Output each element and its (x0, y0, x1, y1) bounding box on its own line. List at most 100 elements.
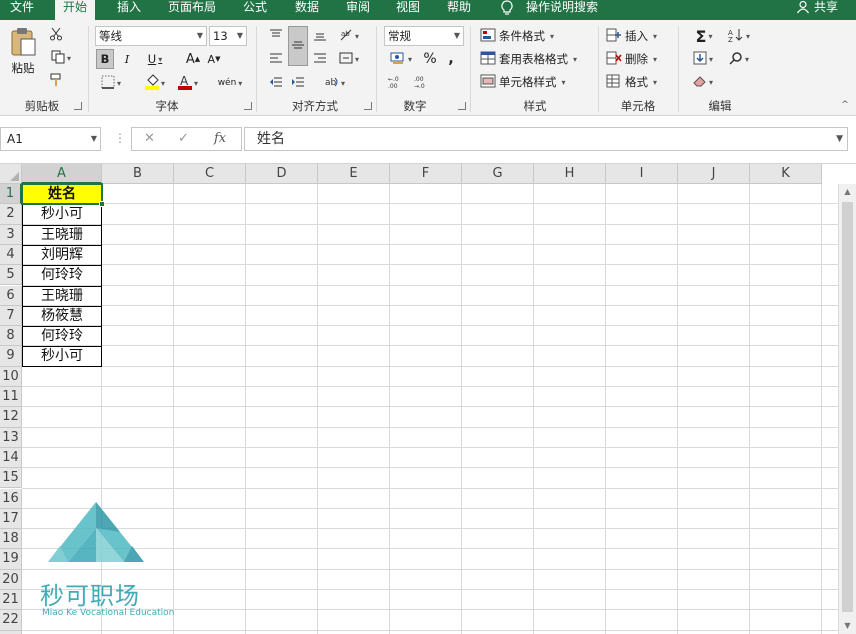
column-header-f[interactable]: F (390, 164, 462, 184)
format-painter-button[interactable] (46, 72, 66, 90)
tab-review[interactable]: 审阅 (346, 0, 370, 20)
wrap-text-button[interactable]: ab (320, 73, 350, 93)
decrease-decimal-button[interactable]: .00 →.0 (412, 73, 434, 93)
fill-button[interactable] (688, 49, 718, 69)
tab-page-layout[interactable]: 页面布局 (168, 0, 216, 20)
phonetic-button[interactable]: wén (214, 73, 246, 93)
find-select-button[interactable] (724, 49, 754, 69)
cell-a9[interactable]: 秒小可 (22, 346, 102, 366)
align-middle-button[interactable] (288, 26, 308, 66)
row-header-21[interactable]: 21 (0, 590, 22, 611)
clipboard-launcher[interactable] (74, 102, 82, 110)
row-header-18[interactable]: 18 (0, 529, 22, 550)
tab-insert[interactable]: 插入 (117, 0, 141, 20)
share-button[interactable]: 共享 (796, 0, 838, 20)
tab-help[interactable]: 帮助 (447, 0, 471, 20)
column-header-a[interactable]: A (22, 164, 102, 184)
fill-handle[interactable] (99, 201, 105, 208)
tab-view[interactable]: 视图 (396, 0, 420, 20)
borders-button[interactable] (96, 73, 126, 93)
column-header-g[interactable]: G (462, 164, 534, 184)
row-header-7[interactable]: 7 (0, 305, 22, 327)
expand-formula-icon[interactable]: ▼ (836, 128, 843, 150)
row-header-11[interactable]: 11 (0, 387, 22, 408)
italic-button[interactable]: I (118, 49, 136, 69)
autosum-button[interactable]: Σ (688, 26, 720, 46)
decrease-indent-button[interactable] (266, 73, 286, 93)
alignment-launcher[interactable] (364, 102, 372, 110)
formula-input[interactable]: 姓名 ▼ (244, 127, 848, 151)
row-header-20[interactable]: 20 (0, 569, 22, 590)
name-box[interactable]: A1 ▼ (0, 127, 101, 151)
increase-indent-button[interactable] (288, 73, 308, 93)
tab-data[interactable]: 数据 (295, 0, 319, 20)
row-header-6[interactable]: 6 (0, 285, 22, 306)
cancel-icon[interactable]: ✕ (144, 131, 155, 146)
align-bottom-button[interactable] (310, 26, 330, 46)
row-header-9[interactable]: 9 (0, 346, 22, 367)
tab-file[interactable]: 文件 (10, 0, 34, 20)
font-size-combo[interactable]: 13 ▼ (209, 26, 247, 46)
column-header-c[interactable]: C (174, 164, 246, 184)
increase-decimal-button[interactable]: ←.0.00 (386, 73, 408, 93)
comma-style-button[interactable]: , (444, 49, 458, 69)
row-header-16[interactable]: 16 (0, 488, 22, 509)
align-left-button[interactable] (266, 49, 286, 69)
row-header-14[interactable]: 14 (0, 447, 22, 469)
cell-a1-header[interactable]: 姓名 (22, 184, 102, 205)
merge-center-button[interactable] (334, 49, 364, 69)
delete-cells-button[interactable]: 删除 (606, 49, 670, 69)
cell-a4[interactable]: 刘明辉 (22, 245, 102, 265)
row-header-23[interactable]: 23 (0, 630, 22, 634)
grow-font-button[interactable]: A ▲ (185, 49, 201, 69)
scroll-down-icon[interactable]: ▼ (839, 618, 856, 634)
row-header-13[interactable]: 13 (0, 427, 22, 448)
format-as-table-button[interactable]: 套用表格格式 (480, 49, 592, 69)
column-header-e[interactable]: E (318, 164, 390, 184)
font-color-button[interactable]: A (173, 73, 203, 93)
copy-button[interactable] (46, 49, 76, 67)
column-header-k[interactable]: K (750, 164, 822, 184)
bold-button[interactable]: B (96, 49, 114, 69)
tab-home[interactable]: 开始 (55, 0, 96, 20)
insert-cells-button[interactable]: 插入 (606, 26, 670, 46)
column-header-b[interactable]: B (102, 164, 174, 184)
select-all-button[interactable] (0, 164, 22, 184)
clear-button[interactable] (688, 72, 718, 92)
column-header-d[interactable]: D (246, 164, 318, 184)
cell-styles-button[interactable]: 单元格样式 (480, 72, 592, 92)
row-header-17[interactable]: 17 (0, 508, 22, 530)
number-launcher[interactable] (458, 102, 466, 110)
cell-a3[interactable]: 王晓珊 (22, 225, 102, 245)
row-header-4[interactable]: 4 (0, 244, 22, 266)
row-header-1[interactable]: 1 (0, 184, 22, 205)
cell-a2[interactable]: 秒小可 (22, 204, 102, 224)
row-header-22[interactable]: 22 (0, 610, 22, 631)
worksheet-grid[interactable]: ABCDEFGHIJK 1 2 3 4 5 6 7 8 9 10 11 12 13 14 15 16 17 18 1… (0, 164, 856, 634)
more-options-icon[interactable]: ⋮ (114, 131, 126, 145)
format-cells-button[interactable]: 格式 (606, 72, 670, 92)
confirm-icon[interactable]: ✓ (178, 131, 189, 146)
row-header-2[interactable]: 2 (0, 204, 22, 225)
row-header-8[interactable]: 8 (0, 326, 22, 347)
fill-color-button[interactable] (140, 73, 170, 93)
insert-function-icon[interactable]: fx (214, 131, 226, 146)
scroll-up-icon[interactable]: ▲ (839, 184, 856, 200)
row-header-15[interactable]: 15 (0, 468, 22, 489)
conditional-formatting-button[interactable]: 条件格式 (480, 26, 592, 46)
scrollbar-thumb[interactable] (842, 202, 853, 612)
tab-formulas[interactable]: 公式 (243, 0, 267, 20)
orientation-button[interactable]: ab (334, 26, 364, 46)
row-header-5[interactable]: 5 (0, 265, 22, 286)
font-name-combo[interactable]: 等线 ▼ (95, 26, 207, 46)
tell-me-search[interactable]: 操作说明搜索 (526, 0, 598, 20)
row-header-19[interactable]: 19 (0, 549, 22, 570)
paste-button[interactable]: 粘贴 (6, 26, 40, 76)
row-header-12[interactable]: 12 (0, 407, 22, 428)
font-launcher[interactable] (244, 102, 252, 110)
row-header-3[interactable]: 3 (0, 224, 22, 245)
column-header-h[interactable]: H (534, 164, 606, 184)
cell-a6[interactable]: 王晓珊 (22, 286, 102, 306)
align-right-button[interactable] (310, 49, 330, 69)
vertical-scrollbar[interactable]: ▲ ▼ (838, 184, 856, 634)
